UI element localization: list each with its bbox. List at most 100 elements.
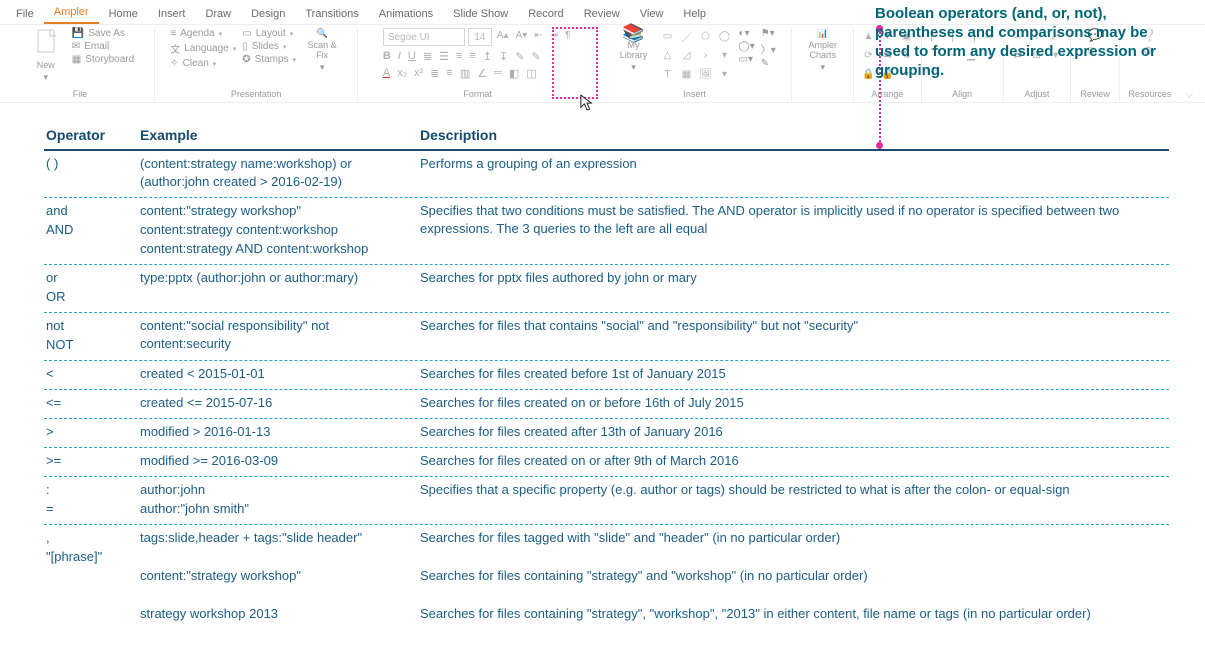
cell-description: Searches for files created on or before … — [418, 390, 1169, 418]
grow-font-icon[interactable]: A▴ — [495, 28, 511, 46]
new-button[interactable]: New ▾ — [26, 28, 66, 82]
tab-record[interactable]: Record — [518, 5, 573, 24]
rect-drop-icon[interactable]: ▭▾ — [739, 54, 755, 65]
sup-icon[interactable]: x² — [414, 67, 423, 80]
numbering-icon[interactable]: ☰ — [439, 50, 449, 63]
shape-table-icon[interactable]: ▦ — [679, 66, 695, 82]
tab-view[interactable]: View — [630, 5, 674, 24]
table-row: >modified > 2016-01-13Searches for files… — [44, 419, 1169, 448]
more-align-icon[interactable]: ≡ — [446, 67, 452, 80]
flag-icon[interactable]: ⚑▾ — [761, 28, 776, 39]
harvey-ball-icon[interactable]: ◐▾ — [739, 28, 755, 39]
status-circle-icon[interactable]: ◯▾ — [739, 41, 755, 52]
font-size-selector[interactable]: 14 — [468, 28, 492, 46]
language-button[interactable]: 文Language▾ — [170, 41, 236, 56]
group-arrange-label: Arrange — [871, 89, 903, 100]
shape-text-icon[interactable]: T — [660, 66, 676, 82]
line-up-icon[interactable]: ↥ — [483, 50, 492, 63]
note-icon[interactable]: ✎ — [761, 58, 776, 69]
shape-rect-icon[interactable]: ▭ — [660, 28, 676, 44]
line-weight-icon[interactable]: ═ — [494, 67, 502, 80]
more-bullets-icon[interactable]: ≣ — [430, 67, 439, 80]
cell-operator: andAND — [44, 198, 138, 264]
tab-home[interactable]: Home — [99, 5, 148, 24]
cell-example: tags:slide,header + tags:"slide header" … — [138, 525, 418, 629]
tab-review[interactable]: Review — [574, 5, 630, 24]
shape-triangle-icon[interactable]: △ — [660, 47, 676, 63]
cell-example: (content:strategy name:workshop) or (aut… — [138, 151, 418, 197]
tab-ampler[interactable]: Ampler — [44, 3, 99, 24]
storyboard-button[interactable]: ▦Storyboard — [72, 54, 134, 65]
group-file-label: File — [73, 89, 88, 100]
slides-button[interactable]: ▯Slides▾ — [242, 41, 296, 52]
group-file: New ▾ 💾Save As ✉Email ▦Storyboard File — [6, 28, 155, 102]
new-label: New — [37, 60, 55, 70]
clean-button[interactable]: ✧Clean▾ — [170, 58, 236, 69]
shrink-font-icon[interactable]: A▾ — [514, 28, 530, 46]
table-row: :=author:johnauthor:"john smith"Specifie… — [44, 477, 1169, 525]
shape-diag-icon[interactable]: ◿ — [679, 47, 695, 63]
font-name-selector[interactable]: Segoe UI — [383, 28, 465, 46]
save-as-button[interactable]: 💾Save As — [72, 28, 134, 39]
scan-fix-button[interactable]: 🔍 Scan & Fix ▾ — [302, 28, 342, 72]
shape-image-icon[interactable]: 🖼 — [698, 66, 714, 82]
sub-icon[interactable]: x₂ — [397, 67, 407, 80]
shape-fill-icon[interactable]: ◧ — [509, 67, 519, 80]
align-left-icon[interactable]: ≡ — [456, 50, 462, 63]
cell-description: Searches for pptx files authored by john… — [418, 265, 1169, 312]
tab-animations[interactable]: Animations — [369, 5, 443, 24]
col-operator: Operator — [44, 123, 138, 149]
align-center-icon[interactable]: ≡ — [469, 50, 475, 63]
bullets-icon[interactable]: ≣ — [423, 50, 432, 63]
email-button[interactable]: ✉Email — [72, 41, 134, 52]
indent-left-icon[interactable]: ⇤ — [532, 28, 544, 46]
underline-icon[interactable]: U — [408, 50, 416, 63]
tab-slide-show[interactable]: Slide Show — [443, 5, 518, 24]
stamps-button[interactable]: ✪Stamps▾ — [242, 54, 296, 65]
tab-design[interactable]: Design — [241, 5, 295, 24]
agenda-icon: ≡ — [170, 28, 176, 39]
layout-button[interactable]: ▭Layout▾ — [242, 28, 296, 39]
new-file-icon — [35, 28, 57, 58]
operator-table-header: Operator Example Description — [44, 123, 1169, 151]
paragraph-icon[interactable]: ¶ — [563, 28, 572, 46]
ampler-charts-button[interactable]: 📊 Ampler Charts ▾ — [803, 28, 843, 72]
tab-transitions[interactable]: Transitions — [295, 5, 368, 24]
indent-right-icon[interactable]: ⇥ — [548, 28, 560, 46]
cell-example: content:"strategy workshop"content:strat… — [138, 198, 418, 264]
pen2-icon[interactable]: ✎ — [531, 50, 540, 63]
shape-pentagon-icon[interactable]: ⬠ — [698, 28, 714, 44]
shape-gallery[interactable]: ▭ ／ ⬠ ◯ △ ◿ › ▾ T ▦ 🖼 ▾ — [660, 28, 733, 82]
shape-more-icon[interactable]: ▾ — [717, 47, 733, 63]
tab-file[interactable]: File — [6, 5, 44, 24]
table-row: notNOTcontent:"social responsibility" no… — [44, 313, 1169, 361]
agenda-button[interactable]: ≡Agenda▾ — [170, 28, 236, 39]
ribbon-collapse-icon[interactable]: ⌵ — [1179, 89, 1199, 102]
my-library-button[interactable]: 📚 My Library ▾ — [614, 28, 654, 72]
cell-operator: := — [44, 477, 138, 524]
line-down-icon[interactable]: ↧ — [499, 50, 508, 63]
cell-operator: >= — [44, 448, 138, 476]
shape-line-icon[interactable]: ／ — [679, 28, 695, 44]
italic-icon[interactable]: I — [398, 50, 401, 63]
shape-circle-icon[interactable]: ◯ — [717, 28, 733, 44]
fill-icon[interactable]: ▥ — [460, 67, 470, 80]
save-as-label: Save As — [88, 28, 125, 39]
cell-description: Specifies that two conditions must be sa… — [418, 198, 1169, 264]
table-row: <=created <= 2015-07-16Searches for file… — [44, 390, 1169, 419]
language-label: Language — [184, 43, 229, 54]
cell-example: author:johnauthor:"john smith" — [138, 477, 418, 524]
shape-outline-icon[interactable]: ◫ — [526, 67, 536, 80]
tab-draw[interactable]: Draw — [195, 5, 241, 24]
pen-icon[interactable]: ✎ — [515, 50, 524, 63]
tab-help[interactable]: Help — [673, 5, 716, 24]
cursor-icon — [580, 94, 594, 112]
group-adjust-label: Adjust — [1024, 89, 1049, 100]
tab-insert[interactable]: Insert — [148, 5, 196, 24]
bracket-icon[interactable]: 〉▾ — [761, 41, 776, 56]
bold-icon[interactable]: B — [383, 50, 391, 63]
font-color-icon[interactable]: A — [383, 67, 390, 80]
angle-icon[interactable]: ∠ — [477, 67, 487, 80]
shape-more2-icon[interactable]: ▾ — [717, 66, 733, 82]
shape-chevron-icon[interactable]: › — [698, 47, 714, 63]
